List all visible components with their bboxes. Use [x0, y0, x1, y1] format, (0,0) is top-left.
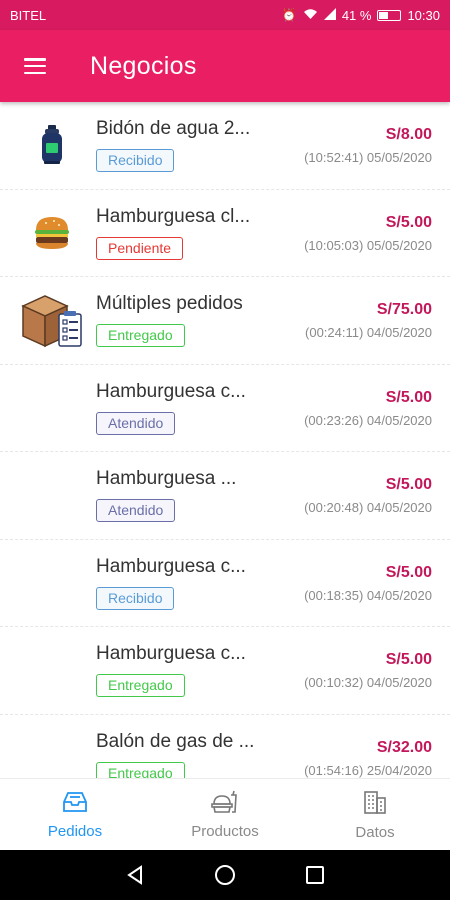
list-item[interactable]: Balón de gas de ... Entregado S/32.00 (0… [0, 715, 450, 778]
list-item[interactable]: Hamburguesa c... Entregado S/5.00 (00:10… [0, 627, 450, 715]
tab-pedidos[interactable]: Pedidos [0, 779, 150, 850]
battery-icon [377, 9, 402, 21]
back-button[interactable] [115, 855, 155, 895]
order-price: S/5.00 [385, 388, 432, 406]
order-date: (00:20:48) 04/05/2020 [304, 500, 432, 515]
status-indicators: ⏰ 41 % 10:30 [281, 7, 440, 23]
order-date: (00:23:26) 04/05/2020 [304, 412, 432, 428]
hamburger-icon [24, 58, 46, 74]
list-item[interactable]: Hamburguesa c... Atendido S/5.00 (00:23:… [0, 365, 450, 452]
order-name: Balón de gas de ... [96, 730, 255, 752]
order-price: S/5.00 [385, 213, 432, 231]
tab-label: Datos [355, 823, 395, 841]
order-name: Bidón de agua 2... [96, 118, 251, 139]
order-date: (10:05:03) 05/05/2020 [304, 237, 432, 253]
status-badge: Atendido [96, 411, 176, 435]
tab-label: Productos [191, 822, 259, 840]
order-date: (00:24:11) 04/05/2020 [305, 325, 432, 340]
order-price: S/5.00 [385, 651, 432, 668]
list-item[interactable]: Múltiples pedidos Entregado S/75.00 (00:… [0, 277, 450, 365]
status-badge: Entregado [96, 674, 185, 697]
order-price: S/8.00 [385, 126, 432, 143]
status-badge: Atendido [96, 499, 176, 522]
bottom-navigation: Pedidos Productos Datos [0, 778, 450, 850]
inbox-tray-icon [62, 790, 88, 819]
system-navigation-bar [0, 850, 450, 900]
order-name: Múltiples pedidos [96, 293, 243, 314]
list-item[interactable]: Hamburguesa c... Recibido S/5.00 (00:18:… [0, 540, 450, 627]
tab-productos[interactable]: Productos [150, 779, 300, 850]
list-item[interactable]: Hamburguesa cl... Pendiente S/5.00 (10:0… [0, 190, 450, 277]
building-icon [362, 789, 388, 820]
order-name: Hamburguesa ... [96, 468, 237, 489]
list-item[interactable]: Hamburguesa ... Atendido S/5.00 (00:20:4… [0, 452, 450, 540]
recents-square-icon [306, 866, 324, 884]
burger-icon [14, 200, 90, 266]
wifi-icon [303, 8, 318, 23]
orders-list[interactable]: Bidón de agua 2... Recibido S/8.00 (10:5… [0, 102, 450, 778]
menu-button[interactable] [0, 30, 70, 102]
tab-datos[interactable]: Datos [300, 779, 450, 850]
order-price: S/5.00 [385, 476, 432, 493]
order-name: Hamburguesa c... [96, 380, 246, 402]
status-badge: Recibido [96, 149, 175, 172]
signal-icon [323, 7, 336, 23]
status-bar: BITEL ⏰ 41 % 10:30 [0, 0, 450, 30]
back-triangle-icon [127, 865, 142, 885]
order-date: (00:10:32) 04/05/2020 [304, 675, 432, 690]
app-bar: Negocios [0, 30, 450, 102]
battery-percent: 41 % [341, 7, 372, 23]
food-tray-icon [211, 790, 239, 819]
status-badge: Pendiente [96, 236, 184, 260]
home-circle-icon [215, 865, 235, 885]
status-badge: Entregado [96, 761, 185, 778]
carrier-label: BITEL [10, 7, 47, 23]
alarm-icon: ⏰ [281, 8, 297, 22]
gas-cylinder-icon [14, 112, 90, 178]
tab-label: Pedidos [47, 822, 103, 840]
order-price: S/32.00 [376, 738, 432, 756]
status-badge: Recibido [96, 586, 175, 610]
order-date: (00:18:35) 04/05/2020 [304, 587, 432, 603]
order-date: (01:54:16) 25/04/2020 [304, 762, 432, 778]
order-name: Hamburguesa c... [96, 555, 246, 577]
order-price: S/5.00 [385, 563, 432, 581]
order-date: (10:52:41) 05/05/2020 [304, 150, 432, 165]
status-badge: Entregado [96, 324, 185, 347]
box-checklist-icon [14, 287, 90, 353]
recents-button[interactable] [295, 855, 335, 895]
order-name: Hamburguesa cl... [96, 205, 251, 227]
page-title: Negocios [90, 51, 197, 80]
clock: 10:30 [407, 7, 440, 23]
order-name: Hamburguesa c... [96, 643, 246, 664]
list-item[interactable]: Bidón de agua 2... Recibido S/8.00 (10:5… [0, 102, 450, 190]
order-price: S/75.00 [376, 301, 432, 318]
home-button[interactable] [205, 855, 245, 895]
